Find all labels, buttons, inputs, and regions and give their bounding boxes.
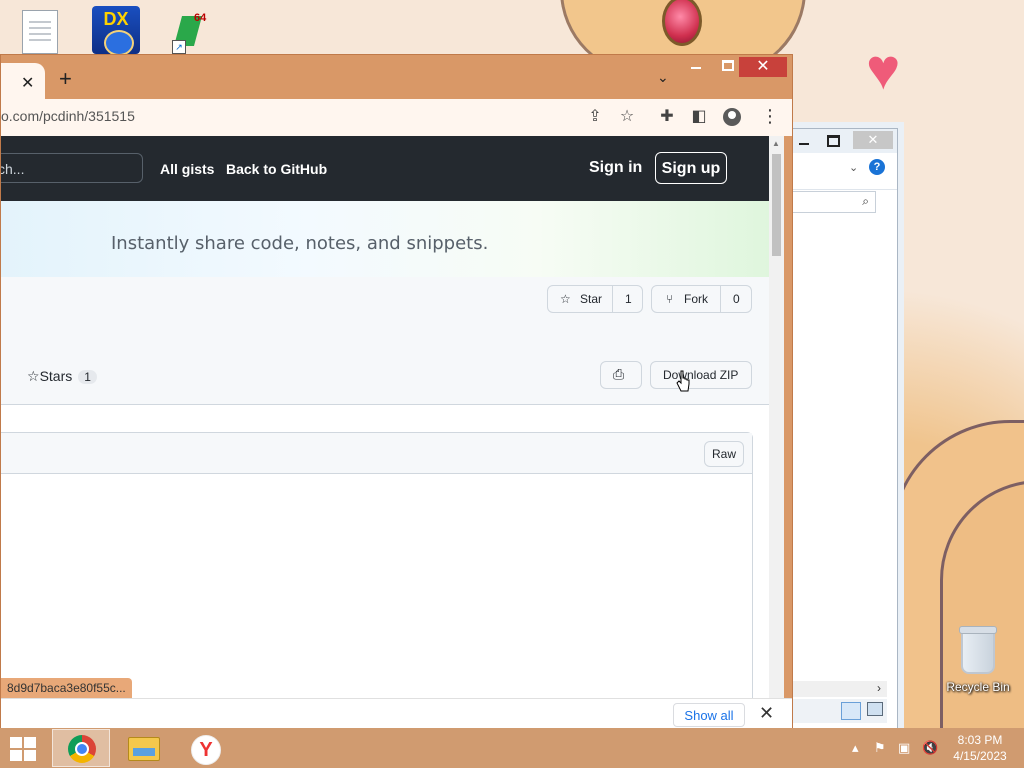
star-count: 1 bbox=[625, 292, 632, 306]
chrome-window: ✕ + ⌄ ✕ o.com/pcdinh/351515 ⇪ ☆ ✚ ◧ ⋮ ch… bbox=[0, 54, 793, 732]
gist-header: ☆ Star 1 ⑂ Fork 0 ☆Stars 1 ⎙ Download ZIP bbox=[1, 277, 769, 405]
search-icon: ⌕ bbox=[862, 194, 869, 208]
stars-tab-count: 1 bbox=[78, 370, 97, 384]
downloads-bar: Show all ✕ bbox=[1, 698, 792, 731]
address-bar[interactable]: o.com/pcdinh/351515 bbox=[1, 108, 135, 124]
taskbar-chrome[interactable] bbox=[52, 729, 110, 767]
explorer-ribbon: ⌄ ? bbox=[791, 153, 897, 190]
explorer-window[interactable]: ✕ ⌄ ? ⌕ › bbox=[790, 128, 898, 730]
recycle-bin-icon bbox=[959, 626, 997, 674]
taskbar-file-explorer[interactable] bbox=[114, 729, 172, 767]
app-badge: 64 bbox=[194, 12, 207, 24]
chrome-icon bbox=[68, 735, 96, 763]
desktop-sonic-dx-icon[interactable]: DX bbox=[92, 6, 140, 56]
chevron-right-icon[interactable]: › bbox=[877, 681, 881, 695]
taskbar: Y ▴ ⚑ ▣ 🔇 8:03 PM 4/15/2023 bbox=[0, 728, 1024, 768]
tray-chevron-up-icon[interactable]: ▴ bbox=[852, 740, 859, 756]
chevron-down-icon[interactable]: ⌄ bbox=[849, 161, 858, 174]
clock-date: 4/15/2023 bbox=[953, 749, 1007, 763]
star-label: Star bbox=[580, 292, 603, 306]
more-menu-icon[interactable]: ⋮ bbox=[761, 106, 779, 126]
hero-tagline: Instantly share code, notes, and snippet… bbox=[111, 233, 489, 254]
volume-muted-icon[interactable]: 🔇 bbox=[922, 740, 938, 756]
fork-icon: ⑂ bbox=[666, 292, 674, 306]
scroll-up-icon[interactable]: ▲ bbox=[772, 139, 780, 148]
browser-toolbar: o.com/pcdinh/351515 ⇪ ☆ ✚ ◧ ⋮ bbox=[1, 99, 792, 136]
tab-search-chevron-icon[interactable]: ⌄ bbox=[657, 69, 669, 86]
help-icon[interactable]: ? bbox=[869, 159, 885, 175]
bookmark-star-icon[interactable]: ☆ bbox=[617, 107, 637, 127]
download-zip-label: Download ZIP bbox=[663, 368, 739, 382]
start-button[interactable] bbox=[10, 737, 36, 761]
star-outline-icon: ☆ bbox=[27, 368, 40, 384]
side-panel-icon[interactable]: ◧ bbox=[689, 107, 709, 127]
close-window-button[interactable]: ✕ bbox=[739, 57, 787, 77]
profile-avatar-icon[interactable] bbox=[723, 108, 741, 126]
system-clock[interactable]: 8:03 PM 4/15/2023 bbox=[948, 732, 1012, 764]
sign-in-link[interactable]: Sign in bbox=[589, 159, 642, 177]
network-icon[interactable]: ▣ bbox=[898, 740, 910, 756]
explorer-maximize-button[interactable] bbox=[827, 135, 840, 147]
fork-label: Fork bbox=[684, 292, 708, 306]
fork-count: 0 bbox=[733, 292, 740, 306]
stars-tab-label: Stars bbox=[39, 368, 73, 384]
recycle-bin[interactable]: Recycle Bin bbox=[940, 626, 1016, 694]
star-button[interactable]: ☆ Star 1 bbox=[547, 285, 643, 313]
flag-icon[interactable]: ⚑ bbox=[874, 740, 886, 756]
wallpaper-heart: ♥ bbox=[866, 37, 901, 102]
github-search-input[interactable]: ch... bbox=[1, 153, 143, 183]
github-header: ch... All gists Back to GitHub Sign in S… bbox=[1, 136, 769, 201]
show-all-downloads-button[interactable]: Show all bbox=[673, 703, 745, 727]
large-icons-view-icon[interactable] bbox=[867, 702, 883, 716]
status-url-tooltip: 8d9d7baca3e80f55c... bbox=[1, 678, 132, 698]
desktop-file-icon[interactable] bbox=[22, 10, 58, 54]
hero-banner: Instantly share code, notes, and snippet… bbox=[1, 201, 769, 277]
embed-download-button[interactable]: ⎙ bbox=[600, 361, 642, 389]
maximize-button[interactable] bbox=[722, 60, 734, 71]
desktop-download-icon: ⎙ bbox=[613, 366, 625, 382]
desktop-app-shortcut-icon[interactable]: 64 ↗ bbox=[172, 12, 216, 54]
explorer-horizontal-scrollbar[interactable]: › bbox=[791, 681, 887, 697]
explorer-minimize-button[interactable] bbox=[799, 143, 809, 145]
back-to-github-link[interactable]: Back to GitHub bbox=[226, 161, 327, 177]
tab-strip: ✕ + ⌄ ✕ bbox=[1, 55, 792, 99]
recycle-bin-label: Recycle Bin bbox=[946, 680, 1010, 694]
taskbar-yandex[interactable]: Y bbox=[176, 729, 234, 767]
downloads-bar-close-icon[interactable]: ✕ bbox=[759, 703, 774, 724]
download-zip-button[interactable]: Download ZIP bbox=[650, 361, 752, 389]
gist-file-header: Raw bbox=[1, 433, 752, 474]
fork-button[interactable]: ⑂ Fork 0 bbox=[651, 285, 752, 313]
page-scrollbar[interactable]: ▲ bbox=[769, 136, 784, 731]
folder-icon bbox=[128, 737, 160, 761]
star-icon: ☆ bbox=[560, 292, 571, 306]
details-view-icon[interactable] bbox=[841, 702, 861, 720]
explorer-close-button[interactable]: ✕ bbox=[853, 131, 893, 149]
extensions-puzzle-icon[interactable]: ✚ bbox=[657, 107, 677, 127]
explorer-titlebar[interactable]: ✕ bbox=[791, 129, 897, 153]
clock-time: 8:03 PM bbox=[957, 733, 1003, 747]
share-icon[interactable]: ⇪ bbox=[585, 107, 605, 127]
stars-tab[interactable]: ☆Stars 1 bbox=[27, 368, 97, 385]
tab-close-icon[interactable]: ✕ bbox=[21, 73, 34, 93]
active-tab[interactable]: ✕ bbox=[1, 63, 45, 99]
all-gists-link[interactable]: All gists bbox=[160, 161, 214, 177]
new-tab-button[interactable]: + bbox=[59, 68, 72, 90]
yandex-icon: Y bbox=[191, 735, 221, 765]
minimize-button[interactable] bbox=[691, 67, 701, 69]
page-content: ch... All gists Back to GitHub Sign in S… bbox=[1, 136, 769, 731]
raw-button[interactable]: Raw bbox=[704, 441, 744, 467]
explorer-search-input[interactable]: ⌕ bbox=[791, 191, 876, 213]
hand-cursor-icon bbox=[676, 370, 690, 392]
scrollbar-thumb[interactable] bbox=[772, 154, 781, 256]
sign-up-button[interactable]: Sign up bbox=[655, 152, 727, 184]
explorer-view-switcher bbox=[791, 699, 887, 723]
